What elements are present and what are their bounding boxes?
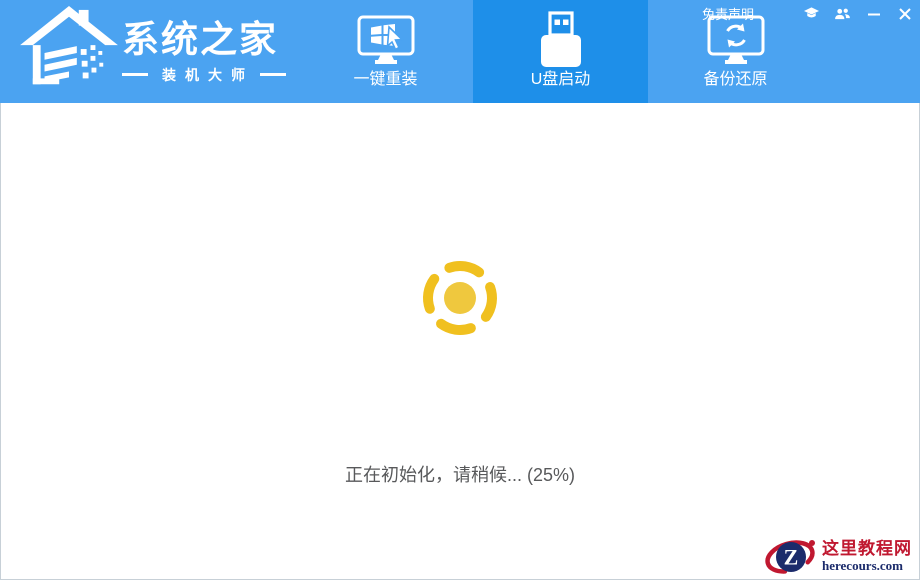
subtitle-right-dash — [260, 73, 286, 76]
watermark-site-url: herecours.com — [822, 559, 912, 573]
tab-usb-boot[interactable]: U盘启动 — [473, 0, 648, 103]
user-group-icon[interactable] — [835, 7, 850, 21]
close-button[interactable] — [897, 7, 912, 21]
logo-text: 系统之家 装机大师 — [122, 17, 286, 84]
content-area: 正在初始化，请稍候... (25%) Z 这里教程网 herecours.com — [0, 103, 920, 580]
header-bar: 系统之家 装机大师 — [0, 0, 920, 103]
tab-one-key-reinstall[interactable]: 一键重装 — [298, 0, 473, 103]
usb-drive-icon — [538, 0, 584, 68]
watermark-site-name: 这里教程网 — [822, 540, 912, 559]
minimize-button[interactable] — [866, 7, 881, 21]
house-logo-icon — [20, 6, 118, 96]
logo-subtitle: 装机大师 — [122, 65, 286, 85]
watermark-z-logo-icon: Z — [764, 536, 820, 578]
tab-label-one-key-reinstall: 一键重装 — [353, 72, 417, 88]
loading-status-text: 正在初始化，请稍候... (25%) — [1, 461, 919, 487]
monitor-windows-icon — [357, 0, 415, 68]
logo-title: 系统之家 — [122, 17, 286, 63]
svg-text:Z: Z — [784, 544, 799, 569]
watermark-text: 这里教程网 herecours.com — [822, 540, 912, 573]
tab-label-backup-restore: 备份还原 — [703, 72, 767, 88]
disclaimer-link[interactable]: 免责声明 — [702, 4, 754, 23]
app-logo: 系统之家 装机大师 — [20, 6, 286, 96]
subtitle-left-dash — [122, 73, 148, 76]
titlebar-controls: 免责声明 — [702, 4, 912, 23]
app-window: 系统之家 装机大师 — [0, 0, 920, 580]
loading-spinner-icon — [417, 255, 503, 341]
tutorial-cap-icon[interactable] — [804, 7, 819, 21]
logo-subtitle-text: 装机大师 — [162, 65, 254, 85]
site-watermark: Z 这里教程网 herecours.com — [764, 535, 918, 578]
tab-label-usb-boot: U盘启动 — [531, 72, 591, 88]
